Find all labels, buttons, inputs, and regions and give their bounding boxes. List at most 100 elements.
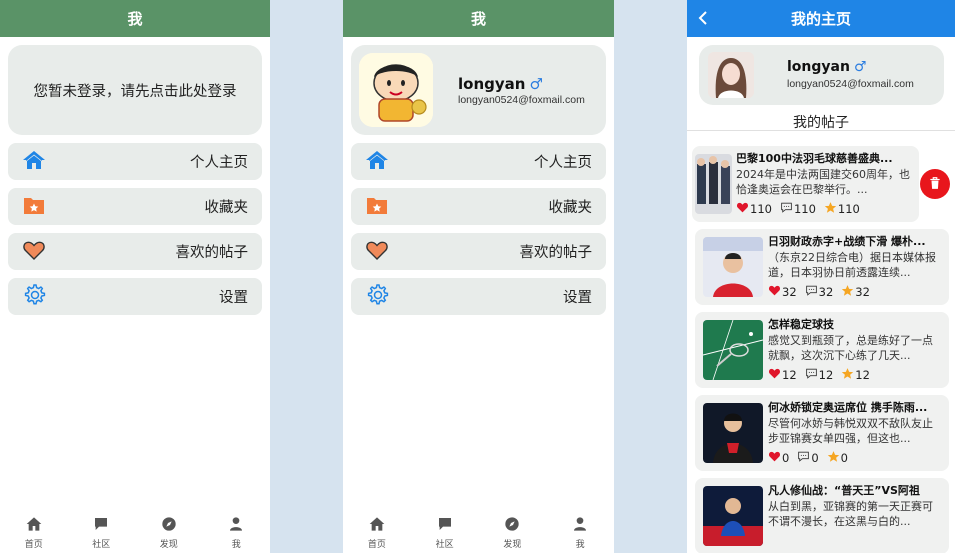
post-thumbnail [703,403,763,463]
comment-icon[interactable] [805,367,818,383]
tab-home[interactable]: 首页 [9,516,59,550]
menu-item-liked-posts[interactable]: 喜欢的帖子 [351,233,606,270]
screen-homepage: 我的主页 longyan ♂ longyan0524@foxmail.com 我的… [687,0,955,553]
post-body: 2024年是中法两国建交60周年，也恰逢奥运会在巴黎举行。... [736,168,910,196]
post-body: 从白到黑，亚锦赛的第一天正赛可不谓不漫长，在这黑与白的... [768,500,933,528]
tab-me[interactable]: 我 [211,516,261,550]
post-card[interactable]: 怎样稳定球技 感觉又到瓶颈了，总是练好了一点就飘，这次沉下心练了几天... 12… [695,312,949,388]
post-stats: 12 12 12 [768,367,876,383]
post-card[interactable]: 何冰娇锁定奥运席位 携手陈雨... 尽管何冰娇与韩悦双双不敌队友止步亚锦赛女单四… [695,395,949,471]
post-body: 感觉又到瓶颈了，总是练好了一点就飘，这次沉下心练了几天... [768,334,933,362]
page-title: 我 [343,0,614,37]
comment-icon[interactable] [780,201,793,217]
menu-item-favorites[interactable]: 收藏夹 [351,188,606,225]
avatar[interactable] [708,52,754,98]
post-title: 怎样稳定球技 [768,318,834,331]
post-thumbnail [703,486,763,546]
heart-icon[interactable] [768,450,781,466]
login-prompt-text: 您暂未登录，请先点击此处登录 [33,83,237,100]
post-thumbnail [695,154,732,214]
username: longyan ♂ [458,75,543,93]
person-icon [572,516,588,535]
folder-star-icon [22,193,46,221]
chat-icon [93,516,109,535]
home-icon [365,148,389,176]
menu-item-label: 喜欢的帖子 [175,245,249,261]
like-count: 32 [782,285,797,299]
home-icon [369,516,385,535]
post-card[interactable]: 凡人修仙战：“普天王”VS阿祖 从白到黑，亚锦赛的第一天正赛可不谓不漫长，在这黑… [695,478,949,553]
username: longyan ♂ [787,59,867,75]
star-icon[interactable] [841,367,854,383]
menu-item-profile[interactable]: 个人主页 [8,143,262,180]
post-stats: 32 32 32 [768,284,876,300]
post-title: 巴黎100中法羽毛球慈善盛典... [736,152,893,165]
home-icon [26,516,42,535]
email: longyan0524@foxmail.com [787,78,914,90]
post-card[interactable]: 巴黎100中法羽毛球慈善盛典... 2024年是中法两国建交60周年，也恰逢奥运… [692,146,919,222]
star-icon[interactable] [824,201,837,217]
section-title: 我的帖子 [793,115,849,131]
like-count: 110 [750,202,772,216]
menu-item-label: 设置 [563,290,592,306]
trash-icon [928,175,942,194]
tab-label: 社区 [92,540,111,550]
post-card[interactable]: 日羽财政赤字+战绩下滑 爆朴... （东京22日综合电）据日本媒体报道，日本羽协… [695,229,949,305]
menu-item-settings[interactable]: 设置 [351,278,606,315]
delete-button[interactable] [920,169,950,199]
menu-item-profile[interactable]: 个人主页 [351,143,606,180]
gear-icon [365,283,389,311]
username-text: longyan [458,75,526,93]
person-icon [228,516,244,535]
menu-item-label: 个人主页 [190,155,248,171]
profile-card[interactable]: longyan ♂ longyan0524@foxmail.com [351,45,606,135]
menu-item-settings[interactable]: 设置 [8,278,262,315]
heart-icon[interactable] [736,201,749,217]
post-thumbnail [703,320,763,380]
favorite-count: 32 [855,285,870,299]
favorite-count: 0 [840,451,848,465]
email: longyan0524@foxmail.com [458,94,585,106]
back-arrow-icon[interactable] [695,9,711,27]
login-prompt-card[interactable]: 您暂未登录，请先点击此处登录 [8,45,262,135]
post-title: 日羽财政赤字+战绩下滑 爆朴... [768,235,926,248]
favorite-count: 12 [855,368,870,382]
tab-label: 首页 [367,540,386,550]
home-icon [22,148,46,176]
post-title: 凡人修仙战：“普天王”VS阿祖 [768,484,920,497]
screen-guest: 我 您暂未登录，请先点击此处登录 个人主页 收藏夹 喜欢的帖子 设置 首页 社区… [0,0,270,553]
tab-community[interactable]: 社区 [76,516,126,550]
comment-icon[interactable] [797,450,810,466]
tab-label: 首页 [24,540,43,550]
star-icon[interactable] [841,284,854,300]
chat-icon [437,516,453,535]
page-title: 我 [0,0,270,37]
tab-label: 我 [575,540,585,550]
heart-icon [22,238,46,266]
tab-discover[interactable]: 发现 [144,516,194,550]
tab-discover[interactable]: 发现 [487,516,537,550]
tab-home[interactable]: 首页 [352,516,402,550]
gear-icon [22,283,46,311]
tab-label: 发现 [159,540,178,550]
heart-icon[interactable] [768,367,781,383]
comment-count: 12 [818,368,834,382]
tab-me[interactable]: 我 [555,516,605,550]
like-count: 0 [782,451,790,465]
post-title: 何冰娇锁定奥运席位 携手陈雨... [768,401,928,414]
favorite-count: 110 [837,202,860,216]
menu-item-favorites[interactable]: 收藏夹 [8,188,262,225]
comment-icon[interactable] [805,284,818,300]
male-icon: ♂ [529,75,543,93]
tab-label: 社区 [435,540,454,550]
profile-card[interactable]: longyan ♂ longyan0524@foxmail.com [699,45,944,105]
tab-community[interactable]: 社区 [420,516,470,550]
avatar[interactable] [359,53,433,127]
menu-item-label: 喜欢的帖子 [519,245,593,261]
menu-item-liked-posts[interactable]: 喜欢的帖子 [8,233,262,270]
heart-icon[interactable] [768,284,781,300]
post-stats: 0 0 0 [768,450,854,466]
menu-item-label: 设置 [219,290,248,306]
star-icon[interactable] [827,450,840,466]
menu-item-label: 个人主页 [534,155,592,171]
